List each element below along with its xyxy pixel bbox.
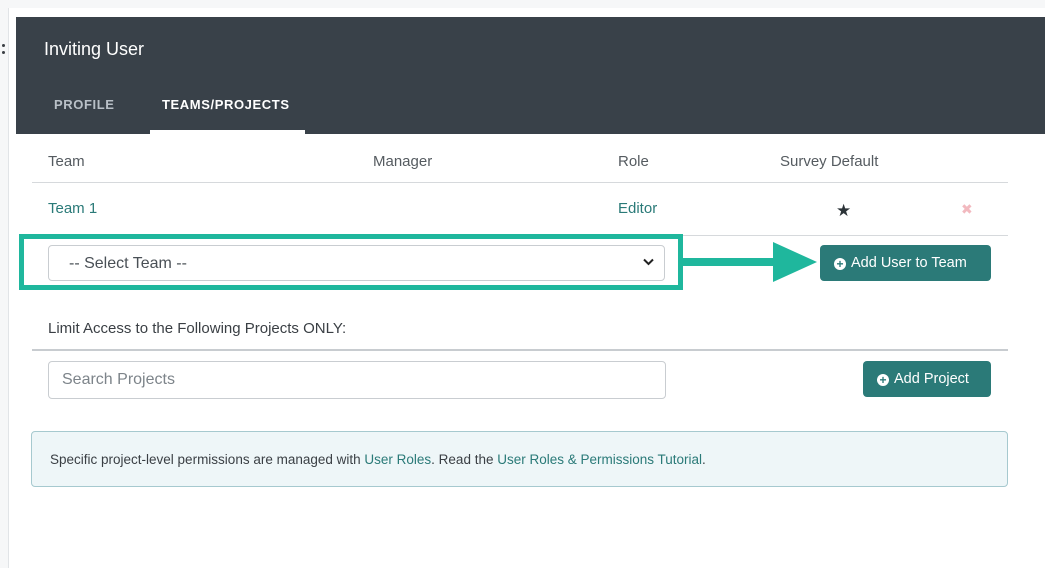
plus-circle-icon: +	[877, 374, 889, 386]
backdrop-dot	[2, 51, 5, 54]
header-divider	[32, 182, 1008, 183]
page-backdrop-left	[0, 8, 9, 568]
permissions-tutorial-link[interactable]: User Roles & Permissions Tutorial	[497, 452, 702, 467]
star-icon[interactable]: ★	[836, 201, 851, 221]
page-backdrop-top	[0, 0, 1045, 8]
active-tab-indicator	[150, 130, 305, 134]
permissions-info-box: Specific project-level permissions are m…	[31, 431, 1008, 487]
highlight-annotation-box	[19, 234, 683, 290]
search-projects-input[interactable]	[48, 361, 666, 399]
limit-access-label: Limit Access to the Following Projects O…	[48, 320, 347, 337]
column-header-manager: Manager	[373, 153, 433, 170]
modal-title: Inviting User	[44, 39, 145, 59]
tab-profile[interactable]: PROFILE	[54, 97, 115, 112]
modal-header: Inviting User PROFILE TEAMS/PROJECTS	[16, 17, 1045, 134]
projects-divider	[32, 349, 1008, 351]
add-project-button[interactable]: + Add Project	[863, 361, 991, 397]
tab-teams-projects[interactable]: TEAMS/PROJECTS	[162, 97, 290, 112]
info-text: Specific project-level permissions are m…	[50, 452, 706, 467]
info-text-start: Specific project-level permissions are m…	[50, 452, 365, 467]
backdrop-dot	[2, 44, 5, 47]
team-link[interactable]: Team 1	[48, 200, 97, 217]
column-header-team: Team	[48, 153, 85, 170]
column-header-role: Role	[618, 153, 649, 170]
info-text-end: .	[702, 452, 706, 467]
column-header-survey-default: Survey Default	[780, 153, 879, 170]
remove-icon[interactable]: ✖	[961, 201, 973, 218]
role-link[interactable]: Editor	[618, 200, 657, 217]
info-text-middle: . Read the	[431, 452, 498, 467]
add-user-to-team-button[interactable]: + Add User to Team	[820, 245, 991, 281]
plus-circle-icon: +	[834, 258, 846, 270]
add-user-to-team-label: Add User to Team	[851, 255, 967, 271]
add-project-label: Add Project	[894, 371, 969, 387]
user-roles-link[interactable]: User Roles	[364, 452, 431, 467]
arrow-right-icon	[681, 242, 817, 282]
